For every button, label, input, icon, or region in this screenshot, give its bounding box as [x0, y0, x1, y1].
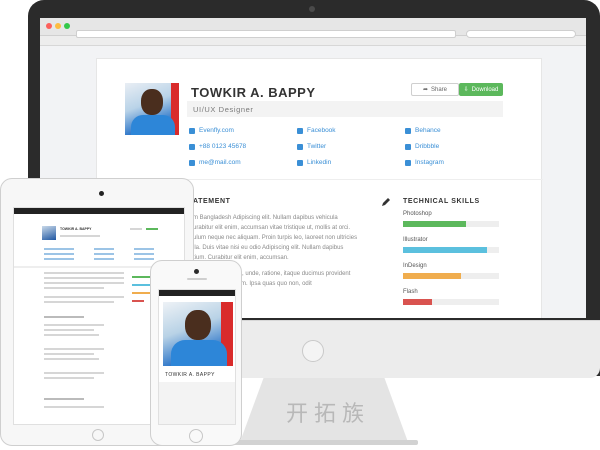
iphone-home-button[interactable] [189, 429, 203, 443]
share-button-label: Share [431, 86, 448, 93]
globe-icon [189, 127, 195, 134]
iphone-frame: TOWKIR A. BAPPY [150, 260, 242, 446]
imac-stand-base [232, 440, 418, 445]
address-bar[interactable] [76, 30, 456, 38]
iphone-camera [194, 269, 199, 274]
apple-logo-icon [302, 340, 324, 362]
minimize-window-icon[interactable] [55, 23, 61, 29]
social-dribbble[interactable]: Dribbble [405, 143, 439, 150]
skill-bar-photoshop [403, 221, 499, 227]
skill-label-photoshop: Photoshop [403, 211, 432, 217]
contact-website[interactable]: Evenfly.com [189, 127, 234, 134]
phone-profile-name: TOWKIR A. BAPPY [165, 372, 215, 378]
contact-email[interactable]: me@mail.com [189, 159, 241, 166]
social-facebook[interactable]: Facebook [297, 127, 336, 134]
phone-profile-photo [163, 302, 233, 366]
download-button-label: Download [471, 86, 499, 93]
close-window-icon[interactable] [46, 23, 52, 29]
tablet-profile-name: TOWKIR A. BAPPY [60, 227, 92, 231]
phone-status-bar [159, 290, 235, 296]
share-icon: ➦ [422, 87, 428, 93]
social-twitter[interactable]: Twitter [297, 143, 326, 150]
device-mockup-stage: 开拓族 TOWKIR A. BAPPY UI/UX Designer ➦ Sha… [0, 0, 600, 450]
profile-photo [125, 83, 179, 135]
tablet-download-button[interactable] [146, 228, 158, 230]
profile-name: TOWKIR A. BAPPY [191, 85, 316, 100]
email-icon [189, 159, 195, 166]
imac-camera [309, 6, 315, 12]
skill-label-flash: Flash [403, 289, 418, 295]
watermark: 开拓族 [285, 402, 370, 427]
linkedin-icon [297, 159, 303, 166]
download-icon: ⇩ [463, 87, 469, 93]
tablet-profile-photo [42, 226, 56, 240]
social-linkedin[interactable]: Linkedin [297, 159, 331, 166]
phone-icon [189, 143, 195, 150]
skill-bar-flash [403, 299, 499, 305]
facebook-icon [297, 127, 303, 134]
pencil-icon [382, 198, 390, 206]
ipad-camera [99, 191, 104, 196]
download-button[interactable]: ⇩ Download [459, 83, 503, 96]
dribbble-icon [405, 143, 411, 150]
maximize-window-icon[interactable] [64, 23, 70, 29]
contact-phone[interactable]: +88 0123 45678 [189, 143, 246, 150]
statement-heading: ATEMENT [193, 198, 231, 205]
social-instagram[interactable]: Instagram [405, 159, 444, 166]
skill-bar-indesign [403, 273, 499, 279]
ipad-home-button[interactable] [92, 429, 104, 441]
share-button[interactable]: ➦ Share [411, 83, 459, 96]
profile-role: UI/UX Designer [193, 105, 254, 114]
tablet-share-button[interactable] [130, 228, 142, 230]
skills-heading: TECHNICAL SKILLS [403, 198, 480, 205]
skill-bar-illustrator [403, 247, 499, 253]
phone-screen: TOWKIR A. BAPPY [158, 289, 236, 425]
twitter-icon [297, 143, 303, 150]
behance-icon [405, 127, 411, 134]
iphone-speaker [187, 278, 207, 280]
browser-search-field[interactable] [466, 30, 576, 38]
instagram-icon [405, 159, 411, 166]
skill-label-illustrator: Illustrator [403, 237, 428, 243]
tablet-status-bar [14, 208, 184, 214]
skill-label-indesign: InDesign [403, 263, 427, 269]
phone-content-band [159, 382, 235, 424]
social-behance[interactable]: Behance [405, 127, 441, 134]
